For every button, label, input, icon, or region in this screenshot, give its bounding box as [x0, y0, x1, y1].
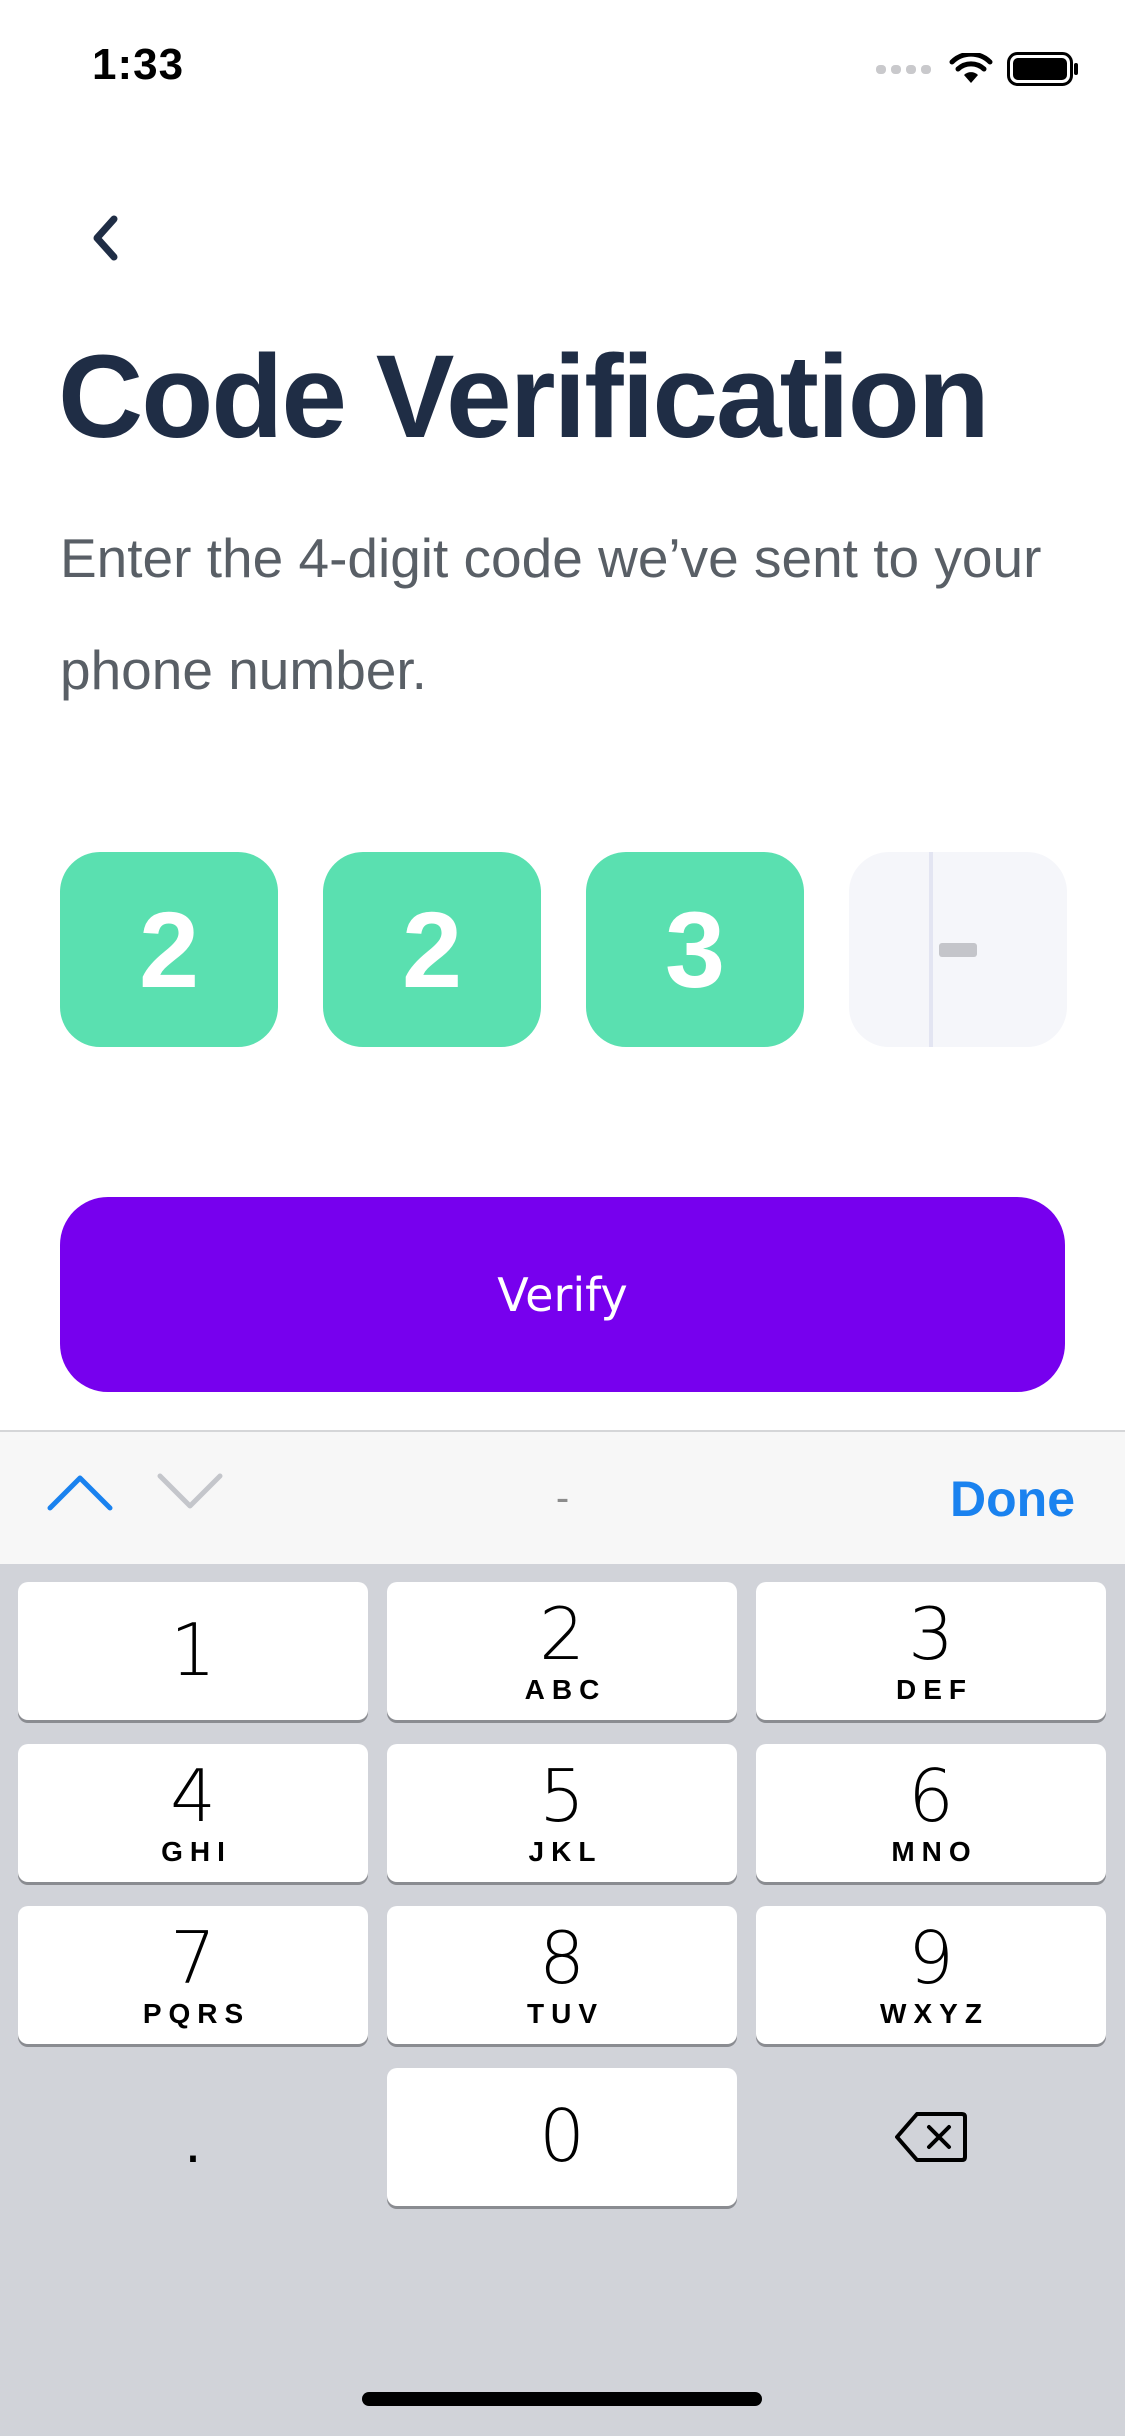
page-title: Code Verification [58, 331, 990, 463]
key-digit: 3 [908, 1592, 954, 1676]
key-letters: GHI [161, 1836, 232, 1867]
key-digit: 2 [539, 1592, 585, 1676]
key-letters: PQRS [142, 1998, 251, 2029]
key-letters: JKL [528, 1836, 603, 1867]
key-4[interactable]: 4 GHI [18, 1744, 368, 1882]
instruction-text: Enter the 4-digit code we’ve sent to you… [60, 527, 1042, 701]
key-digit: 8 [539, 1916, 585, 2000]
back-button[interactable] [76, 208, 136, 268]
done-button[interactable]: Done [950, 1470, 1075, 1528]
key-3[interactable]: 3 DEF [756, 1582, 1106, 1720]
key-digit: 1 [170, 1608, 216, 1692]
home-indicator [362, 2392, 762, 2406]
decimal-key[interactable]: . [18, 2068, 368, 2206]
screen: 1:33 Code Verification Enter the 4-digit… [0, 0, 1125, 2436]
key-digit: 9 [908, 1916, 954, 2000]
wifi-icon [949, 53, 993, 83]
key-letters: DEF [896, 1674, 973, 1705]
battery-icon [1007, 52, 1078, 86]
key-digit: 6 [908, 1754, 954, 1838]
key-letters: TUV [527, 1998, 604, 2029]
code-digit-1[interactable]: 2 [60, 852, 278, 1047]
key-digit: 4 [170, 1754, 216, 1838]
code-digit-4[interactable] [849, 852, 1067, 1047]
code-input-row: 2 2 3 [60, 852, 1067, 1047]
key-1[interactable]: 1 [18, 1582, 368, 1720]
text-cursor [929, 852, 933, 1047]
key-letters: WXYZ [880, 1998, 989, 2029]
key-5[interactable]: 5 JKL [387, 1744, 737, 1882]
signal-icon [876, 64, 931, 74]
code-placeholder-dash [939, 942, 977, 957]
key-0[interactable]: 0 [387, 2068, 737, 2206]
key-digit: 7 [170, 1916, 216, 2000]
key-digit: 0 [539, 2094, 585, 2178]
key-8[interactable]: 8 TUV [387, 1906, 737, 2044]
key-letters: ABC [524, 1674, 607, 1705]
number-pad: 1 2 ABC 3 DEF 4 GHI 5 JKL 6 MNO 7 PQRS 8 [0, 1564, 1125, 2436]
key-2[interactable]: 2 ABC [387, 1582, 737, 1720]
status-icons [876, 52, 1079, 86]
delete-key[interactable] [756, 2068, 1106, 2206]
code-digit-2[interactable]: 2 [323, 852, 541, 1047]
keyboard-toolbar: - Done [0, 1430, 1125, 1566]
verify-button[interactable]: Verify [60, 1197, 1065, 1392]
decimal-label: . [184, 2107, 202, 2175]
key-digit: 5 [539, 1754, 585, 1838]
code-digit-3[interactable]: 3 [586, 852, 804, 1047]
key-6[interactable]: 6 MNO [756, 1744, 1106, 1882]
key-letters: MNO [891, 1836, 978, 1867]
status-time: 1:33 [92, 40, 185, 89]
backspace-icon [895, 2112, 967, 2162]
key-9[interactable]: 9 WXYZ [756, 1906, 1106, 2044]
chevron-left-icon [93, 215, 118, 261]
key-7[interactable]: 7 PQRS [18, 1906, 368, 2044]
